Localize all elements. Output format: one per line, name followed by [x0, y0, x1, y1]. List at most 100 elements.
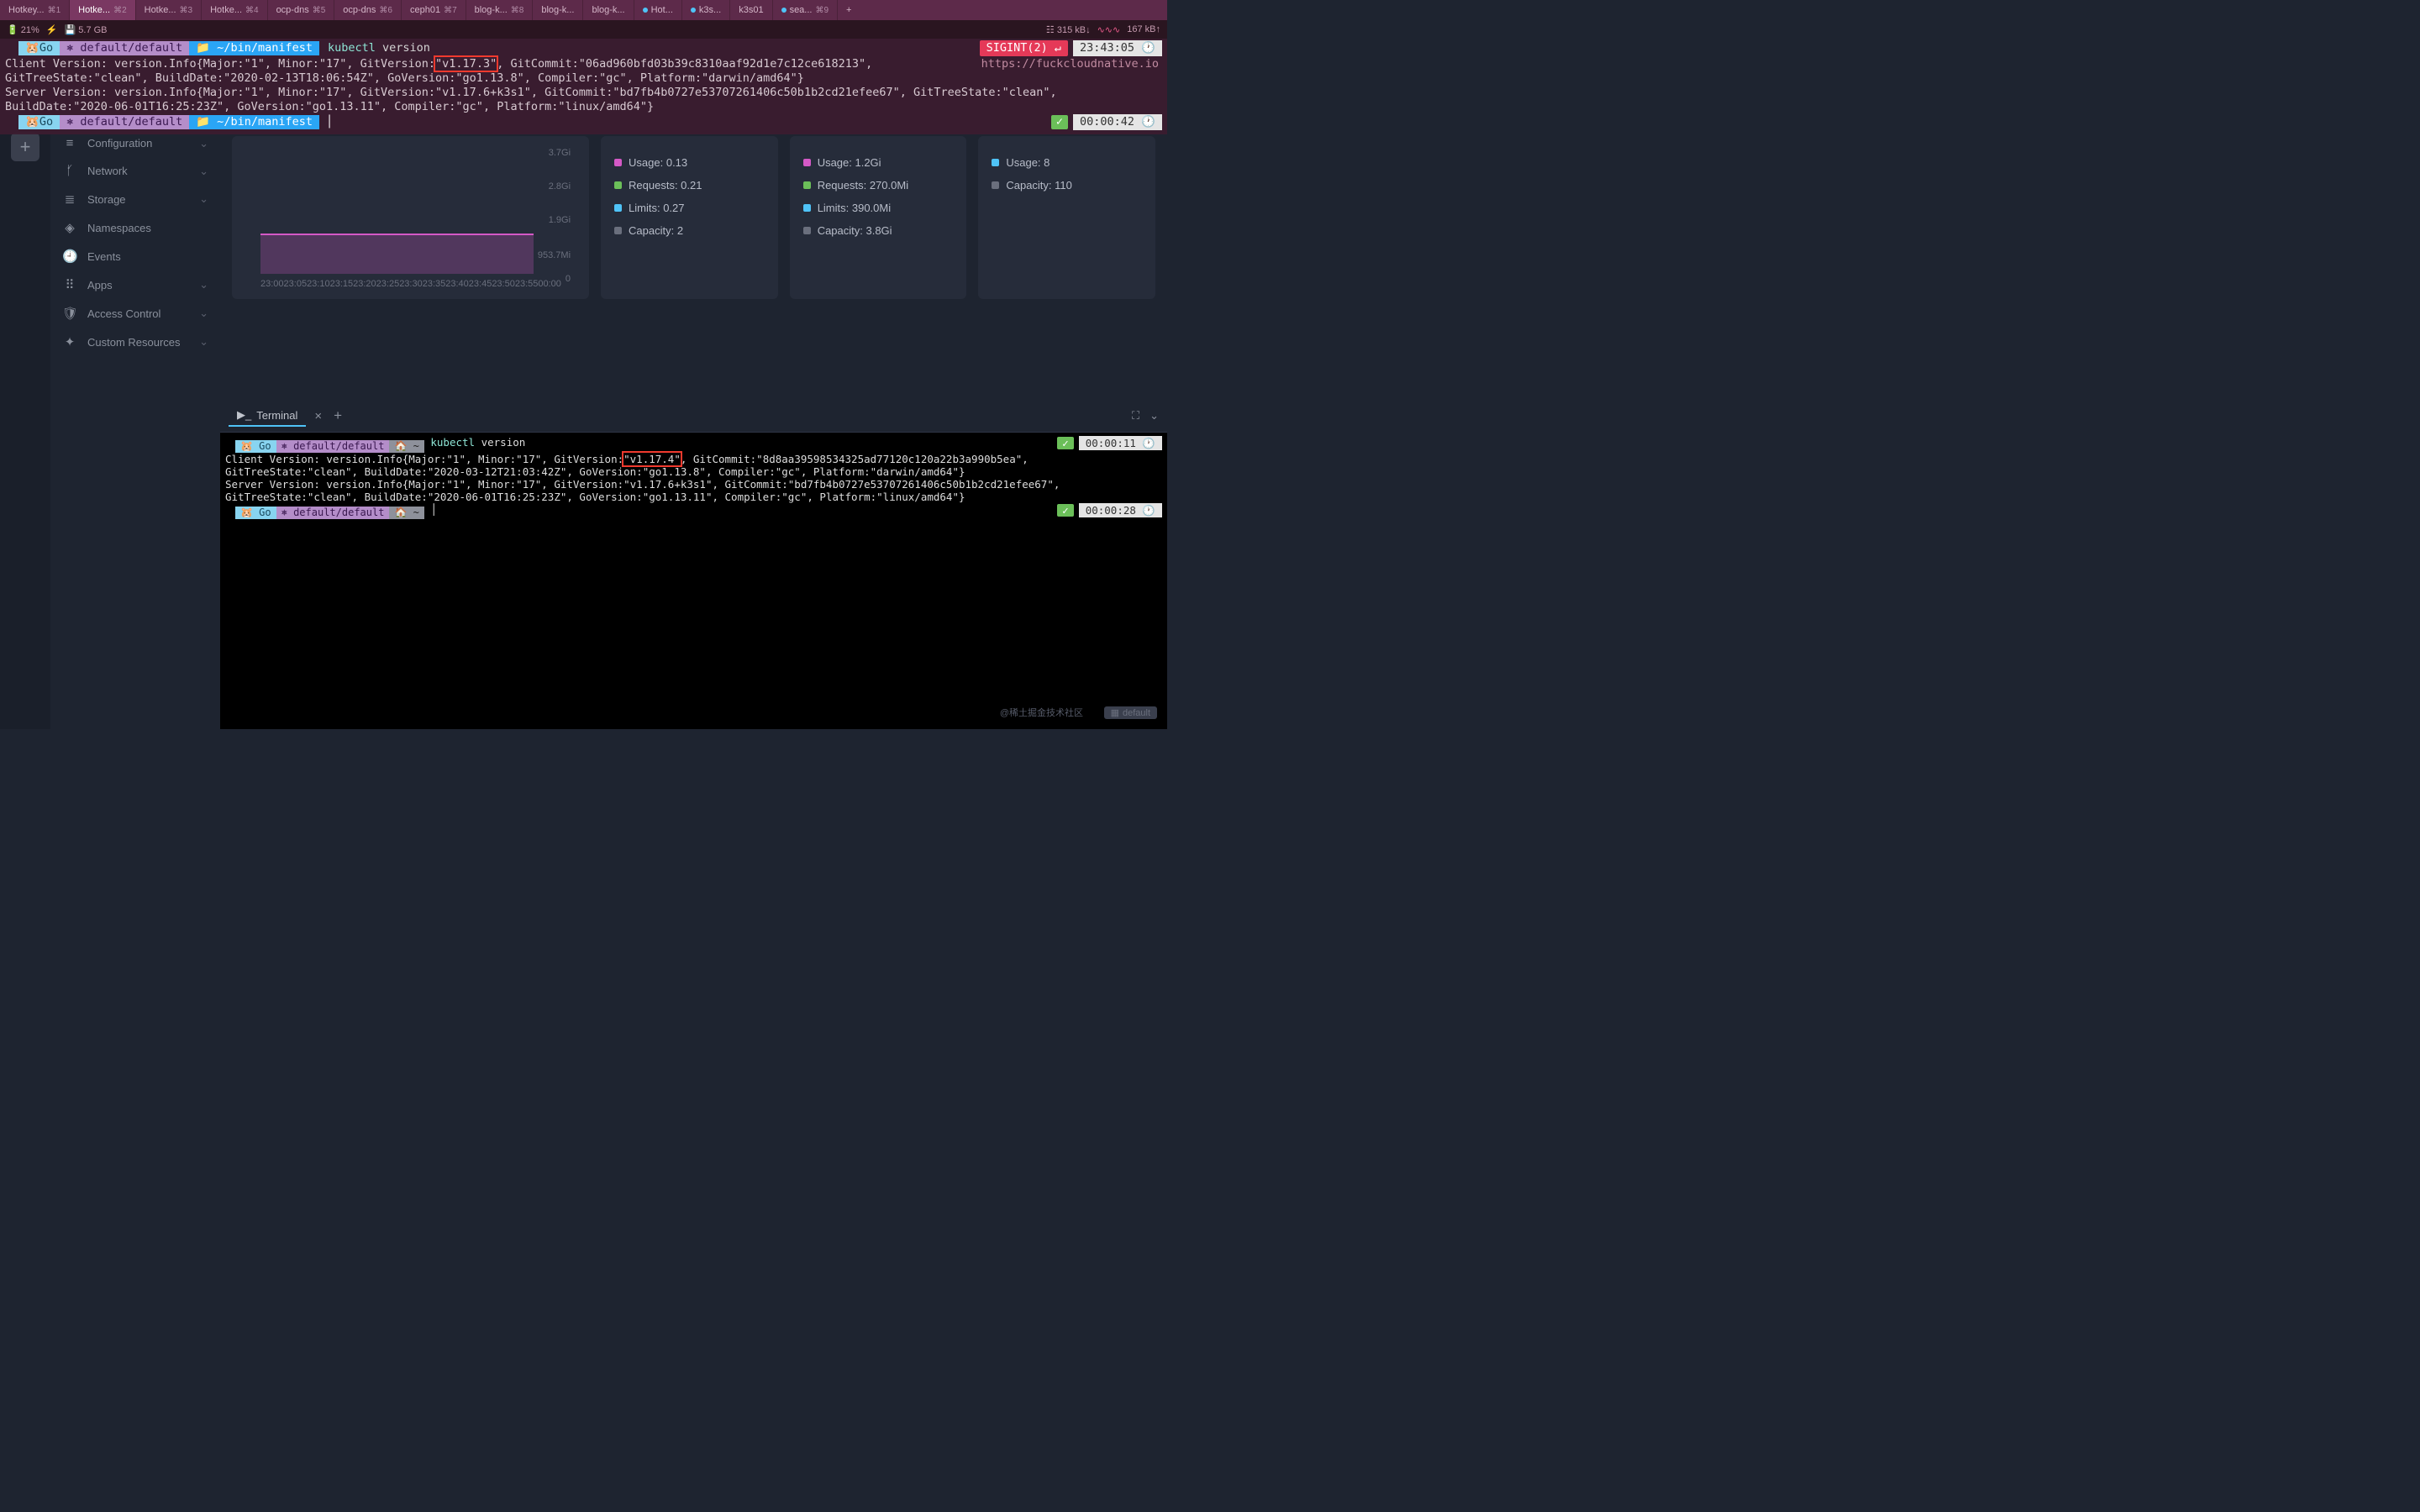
- pods-card: Usage: 8 Capacity: 110: [978, 136, 1155, 299]
- chart-xtick: 23:15: [330, 279, 354, 289]
- terminal-output: https://fuckcloudnative.io Client Versio…: [5, 57, 1162, 114]
- sidebar-item-events[interactable]: 🕘Events: [50, 242, 220, 270]
- window-tab[interactable]: Hotke... ⌘4: [202, 0, 267, 20]
- add-window-tab-button[interactable]: +: [838, 0, 860, 20]
- sidebar-item-namespaces[interactable]: ◈Namespaces: [50, 213, 220, 242]
- sidebar-item-apps[interactable]: ⠿Apps⌄: [50, 270, 220, 299]
- window-tab[interactable]: k3s...: [682, 0, 730, 20]
- window-tab[interactable]: blog-k...: [533, 0, 583, 20]
- shortcut-label: ⌘7: [444, 6, 457, 15]
- window-tab[interactable]: ocp-dns ⌘6: [334, 0, 402, 20]
- sidebar-item-custom-resources[interactable]: ✦Custom Resources⌄: [50, 328, 220, 356]
- legend-swatch: [803, 204, 811, 212]
- shortcut-label: ⌘2: [113, 6, 127, 15]
- close-tab-button[interactable]: ×: [314, 409, 322, 423]
- window-tab-label: ceph01: [410, 5, 440, 15]
- window-tab[interactable]: Hotke... ⌘2: [70, 0, 135, 20]
- net-graph: ∿∿∿: [1097, 24, 1121, 35]
- window-tab-label: Hotke...: [210, 5, 242, 15]
- sidebar-item-label: Custom Resources: [87, 336, 181, 349]
- window-tab-label: Hotke...: [78, 5, 110, 15]
- timestamp-badge: 00:00:42 🕐: [1073, 114, 1162, 130]
- battery-status: 🔋 21%: [7, 24, 39, 35]
- window-tab[interactable]: blog-k...: [583, 0, 634, 20]
- window-tab[interactable]: Hot...: [634, 0, 682, 20]
- sigint-badge: SIGINT(2) ↵: [980, 40, 1068, 56]
- namespace-indicator[interactable]: ▦default: [1104, 706, 1157, 719]
- window-tab[interactable]: ceph01 ⌘7: [402, 0, 466, 20]
- watermark-text: @稀土掘金技术社区: [1000, 706, 1083, 719]
- window-tab-label: blog-k...: [541, 5, 574, 15]
- window-tab-label: ocp-dns: [343, 5, 376, 15]
- prompt-line: 🐹 Go ⎈ default/default 📁 ~/bin/manifest …: [5, 40, 1162, 56]
- window-tab-label: Hotke...: [145, 5, 176, 15]
- cpu-limits: Limits: 0.27: [629, 202, 684, 214]
- prompt-line: 🐹 Go⎈ default/default🏠 ~: [225, 440, 424, 453]
- bolt-icon: ⚡: [46, 24, 58, 35]
- window-tab[interactable]: blog-k... ⌘8: [466, 0, 534, 20]
- memory-chart-card: 3.7Gi2.8Gi1.9Gi953.7Mi0 23:0023:0523:102…: [232, 136, 589, 299]
- legend-swatch: [614, 227, 622, 234]
- legend-swatch: [803, 181, 811, 189]
- terminal-tab[interactable]: ▶_ Terminal: [229, 405, 306, 427]
- path-segment: 🏠 ~: [389, 440, 424, 453]
- chevron-down-icon[interactable]: ⌄: [1150, 409, 1159, 423]
- sidebar-item-storage[interactable]: ≣Storage⌄: [50, 185, 220, 213]
- dot-icon: [781, 8, 786, 13]
- system-status-bar: 🔋 21% ⚡ 💾 5.7 GB ☷ 315 kB↓ ∿∿∿ 167 kB↑: [0, 20, 1167, 39]
- command: kubectl: [430, 436, 475, 449]
- window-tab-bar: Hotkey... ⌘1Hotke... ⌘2Hotke... ⌘3Hotke.…: [0, 0, 1167, 20]
- window-tab[interactable]: sea... ⌘9: [773, 0, 838, 20]
- legend-swatch: [614, 204, 622, 212]
- terminal-overlay[interactable]: 🐹 Go ⎈ default/default 📁 ~/bin/manifest …: [0, 39, 1167, 134]
- path-segment: 🏠 ~: [389, 507, 424, 519]
- chart-ytick: 1.9Gi: [549, 215, 571, 225]
- shortcut-label: ⌘8: [511, 6, 524, 15]
- legend-swatch: [803, 227, 811, 234]
- window-tab[interactable]: Hotkey... ⌘1: [0, 0, 70, 20]
- chart-xtick: 23:25: [376, 279, 400, 289]
- mem-requests: Requests: 270.0Mi: [818, 179, 908, 192]
- add-tab-button[interactable]: +: [334, 407, 342, 424]
- window-tab[interactable]: ocp-dns ⌘5: [268, 0, 335, 20]
- sidebar-item-label: Configuration: [87, 137, 152, 150]
- shortcut-label: ⌘6: [379, 6, 392, 15]
- sidebar-item-network[interactable]: ᚶNetwork⌄: [50, 157, 220, 185]
- pods-capacity: Capacity: 110: [1006, 179, 1072, 192]
- sidebar-item-label: Apps: [87, 279, 113, 291]
- window-tab[interactable]: k3s01: [730, 0, 772, 20]
- kube-context-segment: ⎈ default/default: [60, 115, 189, 129]
- version-highlight: "v1.17.4": [623, 453, 681, 465]
- storage-icon: ≣: [62, 192, 77, 207]
- window-tab[interactable]: Hotke... ⌘3: [136, 0, 202, 20]
- path-segment: 📁 ~/bin/manifest: [189, 41, 319, 55]
- expand-icon[interactable]: ⛶: [1132, 409, 1139, 423]
- go-segment: 🐹 Go: [18, 115, 60, 129]
- kube-context-segment: ⎈ default/default: [276, 440, 390, 453]
- prompt-line: 🐹 Go ⎈ default/default 📁 ~/bin/manifest …: [5, 114, 1162, 130]
- access-control-icon: 🛡: [62, 306, 77, 321]
- dot-icon: [643, 8, 648, 13]
- chart-xtick: 23:10: [307, 279, 330, 289]
- dot-icon: [691, 8, 696, 13]
- window-tab-label: k3s01: [739, 5, 763, 15]
- mem-usage: Usage: 1.2Gi: [818, 156, 881, 169]
- shortcut-label: ⌘5: [313, 6, 326, 15]
- network-icon: ᚶ: [62, 164, 77, 178]
- apps-icon: ⠿: [62, 277, 77, 292]
- terminal-tab-label: Terminal: [256, 409, 297, 422]
- sidebar-item-access-control[interactable]: 🛡Access Control⌄: [50, 299, 220, 328]
- path-segment: 📁 ~/bin/manifest: [189, 115, 319, 129]
- legend-swatch: [992, 159, 999, 166]
- sidebar-item-label: Namespaces: [87, 222, 151, 234]
- sidebar-item-label: Events: [87, 250, 121, 263]
- chevron-down-icon: ⌄: [199, 307, 208, 320]
- terminal-body[interactable]: 🐹 Go⎈ default/default🏠 ~ kubectl version…: [220, 433, 1167, 729]
- check-icon: ✓: [1051, 115, 1068, 129]
- timestamp-badge: 00:00:28 🕐: [1079, 503, 1162, 517]
- window-tab-label: k3s...: [699, 5, 721, 15]
- sidebar: ≡Configuration⌄ᚶNetwork⌄≣Storage⌄◈Namesp…: [50, 39, 220, 729]
- timestamp-badge: 23:43:05 🕐: [1073, 40, 1162, 56]
- add-cluster-button[interactable]: +: [11, 133, 39, 161]
- cpu-capacity: Capacity: 2: [629, 224, 683, 237]
